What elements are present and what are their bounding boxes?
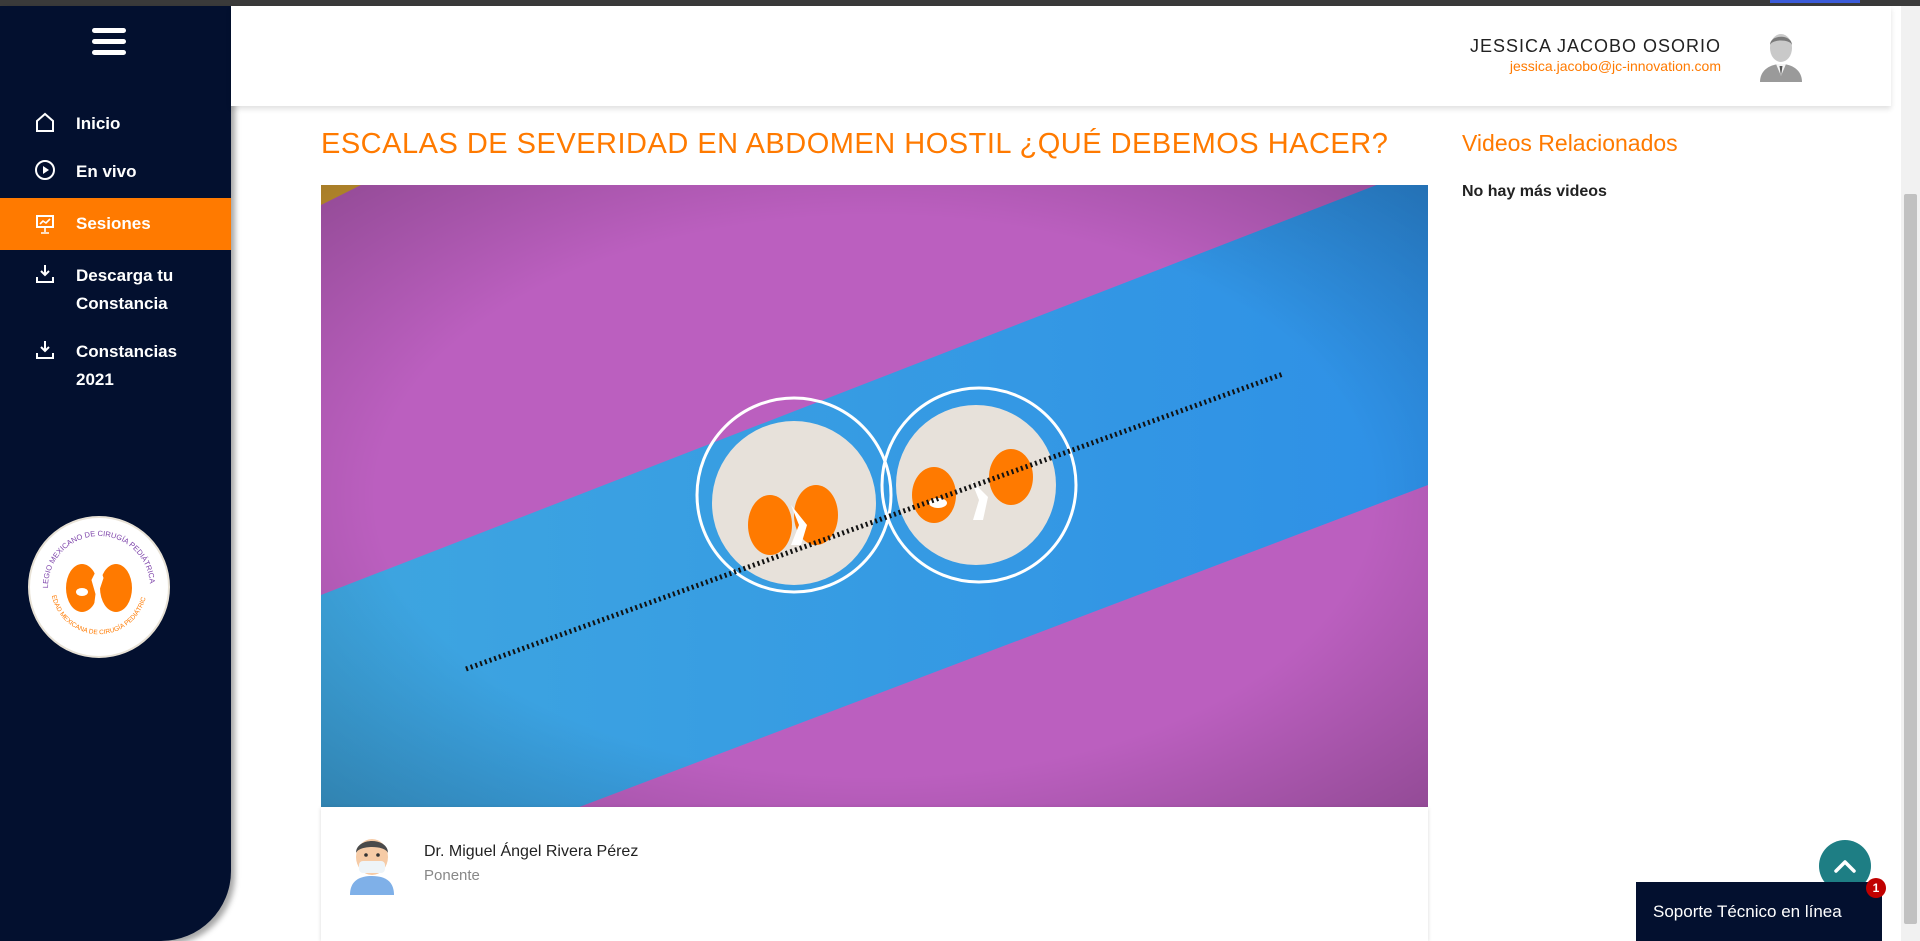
organization-logo: COLEGIO MEXICANO DE CIRUGÍA PEDIÁTRICA A… [28,516,170,658]
top-header: JESSICA JACOBO OSORIO jessica.jacobo@jc-… [231,6,1891,106]
speaker-role: Ponente [424,867,480,884]
sidebar: Inicio En vivo Sesiones Descarga tu Cons… [0,6,231,941]
user-email: jessica.jacobo@jc-innovation.com [1509,58,1721,74]
hamburger-icon[interactable] [92,28,126,56]
speaker-card: Dr. Miguel Ángel Rivera Pérez Ponente [321,807,1428,941]
download-icon [33,338,57,362]
download-icon [33,262,57,286]
sidebar-item-label: En vivo [76,162,137,181]
user-avatar-icon[interactable] [1756,30,1806,82]
user-name: JESSICA JACOBO OSORIO [1469,36,1721,56]
sidebar-item-constancias-2021[interactable]: Constancias 2021 [0,338,200,394]
page-scrollbar[interactable] [1901,6,1920,941]
page-title: ESCALAS DE SEVERIDAD EN ABDOMEN HOSTIL ¿… [321,128,1389,160]
sidebar-item-descarga-constancia[interactable]: Descarga tu Constancia [0,262,200,318]
sidebar-item-label: Descarga tu Constancia [76,266,174,313]
support-chat-label: Soporte Técnico en línea [1653,901,1842,921]
play-circle-icon [33,158,57,182]
presentation-icon [33,212,57,236]
sidebar-item-sesiones[interactable]: Sesiones [0,198,231,250]
sidebar-item-label: Sesiones [76,214,151,233]
speaker-name: Dr. Miguel Ángel Rivera Pérez [424,843,639,860]
video-player[interactable] [321,185,1428,807]
chevron-up-icon [1834,860,1856,873]
sidebar-item-inicio[interactable]: Inicio [0,110,231,138]
sidebar-item-label: Constancias 2021 [76,342,178,389]
notification-badge: 1 [1866,878,1886,898]
scrollbar-thumb[interactable] [1904,194,1917,924]
browser-tab-indicator [1770,0,1860,3]
related-videos-title: Videos Relacionados [1462,130,1678,156]
home-icon [33,110,57,134]
sidebar-item-label: Inicio [76,114,121,133]
speaker-avatar-icon [347,833,397,895]
sidebar-item-en-vivo[interactable]: En vivo [0,158,231,186]
related-videos-empty: No hay más videos [1462,183,1607,200]
support-chat-button[interactable]: Soporte Técnico en línea [1636,882,1882,941]
